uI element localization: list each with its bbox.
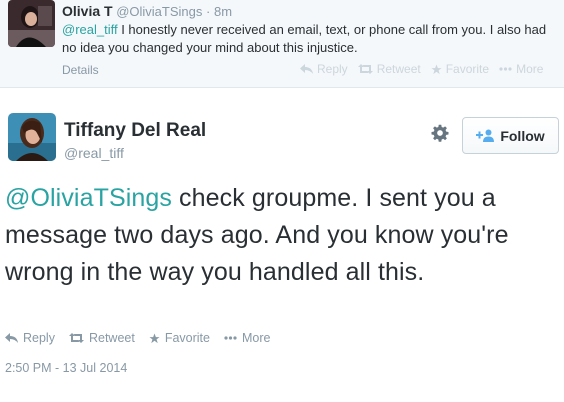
main-favorite-button[interactable]: Favorite xyxy=(149,331,210,345)
retweet-icon xyxy=(357,64,373,74)
main-retweet-label: Retweet xyxy=(88,331,135,345)
reply-icon xyxy=(300,64,313,74)
main-more-label: More xyxy=(241,331,271,345)
main-mention-link[interactable]: @OliviaTSings xyxy=(5,184,172,212)
follow-button[interactable]: Follow xyxy=(462,117,559,154)
gear-icon xyxy=(431,124,449,142)
more-dots-icon xyxy=(499,67,512,71)
retweet-icon xyxy=(68,333,84,343)
add-user-icon xyxy=(476,129,495,142)
star-icon xyxy=(431,63,442,74)
reply-details-link[interactable]: Details xyxy=(62,63,99,77)
reply-text: @real_tiff I honestly never received an … xyxy=(62,21,557,57)
star-icon xyxy=(149,332,160,343)
user-actions-button[interactable] xyxy=(431,124,449,142)
reply-author-handle[interactable]: @OliviaTSings xyxy=(116,4,202,19)
reply-body: I honestly never received an email, text… xyxy=(62,22,547,55)
main-tweet-text: @OliviaTSings check groupme. I sent you … xyxy=(5,180,561,291)
reply-favorite-button[interactable]: Favorite xyxy=(431,62,489,76)
tweet-timestamp[interactable]: 2:50 PM - 13 Jul 2014 xyxy=(5,361,127,375)
main-actions: Reply Retweet Favorite More xyxy=(5,331,284,345)
reply-more-label: More xyxy=(516,62,544,76)
main-retweet-button[interactable]: Retweet xyxy=(68,331,135,345)
reply-icon xyxy=(5,333,18,343)
reply-favorite-label: Favorite xyxy=(445,62,490,76)
reply-more-button[interactable]: More xyxy=(499,62,543,76)
main-reply-label: Reply xyxy=(23,331,55,345)
reply-avatar[interactable] xyxy=(8,0,55,47)
reply-tweet[interactable]: Olivia T @OliviaTSings · 8m @real_tiff I… xyxy=(0,0,564,88)
reply-retweet-label: Retweet xyxy=(376,62,421,76)
reply-mention-link[interactable]: @real_tiff xyxy=(62,22,118,37)
main-author-handle[interactable]: @real_tiff xyxy=(64,145,124,161)
main-favorite-label: Favorite xyxy=(164,331,210,345)
reply-time[interactable]: 8m xyxy=(214,4,232,19)
more-dots-icon xyxy=(224,336,237,340)
main-avatar[interactable] xyxy=(8,113,56,161)
reply-retweet-button[interactable]: Retweet xyxy=(357,62,421,76)
reply-separator: · xyxy=(206,4,211,19)
follow-label: Follow xyxy=(500,127,545,144)
reply-reply-label: Reply xyxy=(317,62,348,76)
reply-actions: Reply Retweet Favorite More xyxy=(300,62,553,76)
main-more-button[interactable]: More xyxy=(224,331,270,345)
main-reply-button[interactable]: Reply xyxy=(5,331,55,345)
reply-header: Olivia T @OliviaTSings · 8m xyxy=(62,3,232,19)
main-author-name[interactable]: Tiffany Del Real xyxy=(64,120,206,142)
reply-reply-button[interactable]: Reply xyxy=(300,62,348,76)
reply-author-name[interactable]: Olivia T xyxy=(62,3,113,19)
